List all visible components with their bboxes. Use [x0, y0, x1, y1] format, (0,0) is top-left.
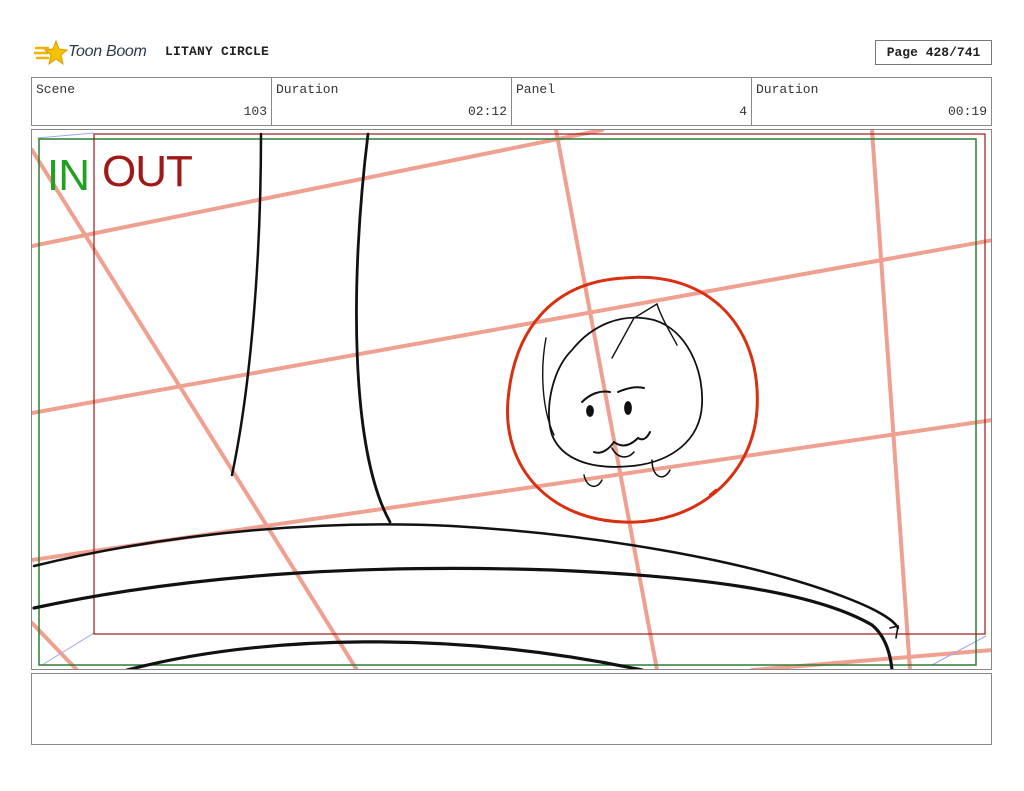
toon-boom-star-icon — [34, 39, 68, 66]
info-row: Scene 103 Duration 02:12 Panel 4 Duratio… — [31, 77, 992, 126]
scene-cell: Scene 103 — [32, 78, 272, 125]
toon-boom-logo: Toon Boom — [34, 38, 159, 68]
scene-duration-value: 02:12 — [467, 104, 507, 119]
panel-drawing — [32, 130, 991, 669]
out-frame-label: OUT — [102, 147, 193, 196]
scene-duration-cell: Duration 02:12 — [272, 78, 512, 125]
perspective-grid — [32, 130, 991, 669]
panel-duration-cell: Duration 00:19 — [752, 78, 991, 125]
out-frame — [93, 133, 986, 635]
panel-cell: Panel 4 — [512, 78, 752, 125]
scene-value: 103 — [243, 104, 267, 119]
floor-strokes — [32, 523, 900, 669]
panel-duration-label: Duration — [756, 82, 819, 97]
panel-duration-value: 00:19 — [947, 104, 987, 119]
panel-value: 4 — [739, 104, 747, 119]
in-frame-label: IN — [47, 151, 90, 200]
panel-label: Panel — [516, 82, 556, 97]
page-indicator: Page 428/741 — [875, 40, 992, 65]
hanging-strokes — [230, 132, 392, 524]
logo-text: Toon Boom — [68, 43, 147, 60]
storyboard-panel: IN OUT — [31, 129, 992, 670]
project-title: LITANY CIRCLE — [165, 44, 270, 59]
notes-box[interactable] — [31, 673, 992, 745]
scene-label: Scene — [36, 82, 76, 97]
character-sketch — [542, 302, 718, 497]
scene-duration-label: Duration — [276, 82, 339, 97]
